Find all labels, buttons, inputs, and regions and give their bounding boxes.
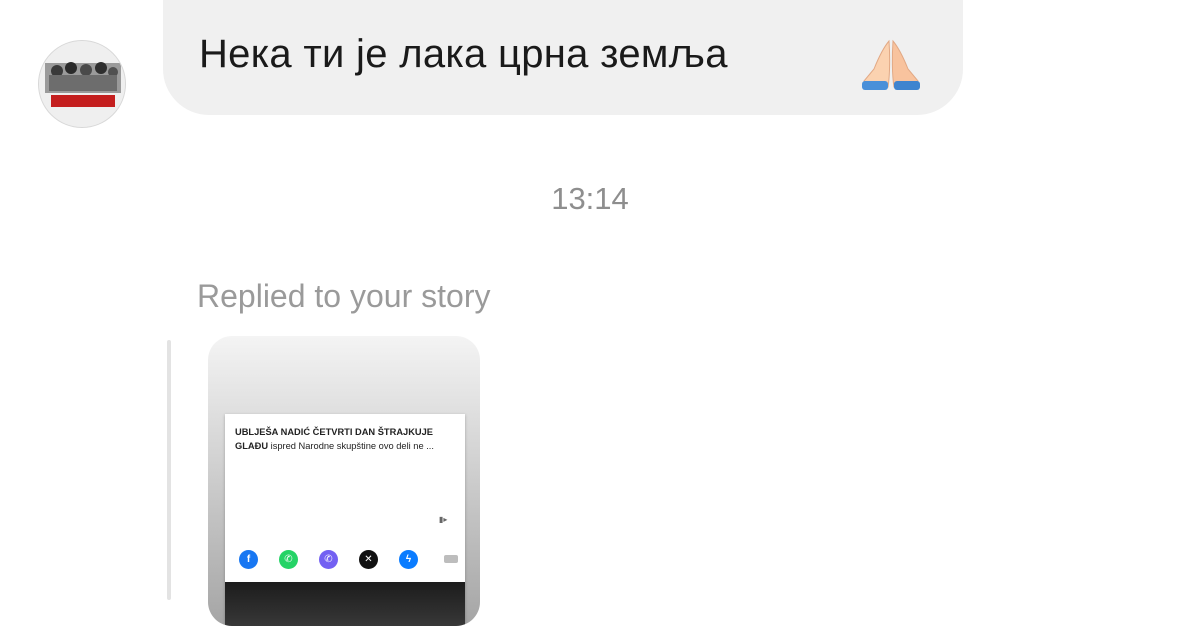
story-preview[interactable]: UBLJEŠA NADIĆ ČETVRTI DAN ŠTRAJKUJE GLAĐ… — [208, 336, 480, 626]
x-icon: ✕ — [359, 550, 378, 569]
sender-avatar[interactable] — [38, 40, 126, 128]
folded-hands-icon — [862, 39, 920, 90]
reply-indicator-line — [167, 340, 171, 600]
share-icons-row: f ✆ ✆ ✕ ϟ — [239, 550, 458, 572]
bookmark-icon: ▮▸ — [439, 515, 448, 524]
message-timestamp: 13:14 — [551, 181, 629, 216]
viber-icon: ✆ — [319, 550, 338, 569]
story-headline: UBLJEŠA NADIĆ ČETVRTI DAN ŠTRAJKUJE GLAĐ… — [235, 425, 457, 453]
incoming-message-text: Нека ти је лака црна земља — [199, 32, 728, 76]
whatsapp-icon: ✆ — [279, 550, 298, 569]
facebook-icon: f — [239, 550, 258, 569]
story-reply-label: Replied to your story — [197, 278, 491, 314]
more-icon — [444, 555, 458, 563]
group-photo-avatar — [39, 41, 125, 127]
story-photo — [225, 582, 465, 626]
messenger-icon: ϟ — [399, 550, 418, 569]
story-article-card: UBLJEŠA NADIĆ ČETVRTI DAN ŠTRAJKUJE GLAĐ… — [225, 414, 465, 626]
story-headline-rest: ispred Narodne skupštine ovo deli ne ... — [268, 441, 434, 451]
